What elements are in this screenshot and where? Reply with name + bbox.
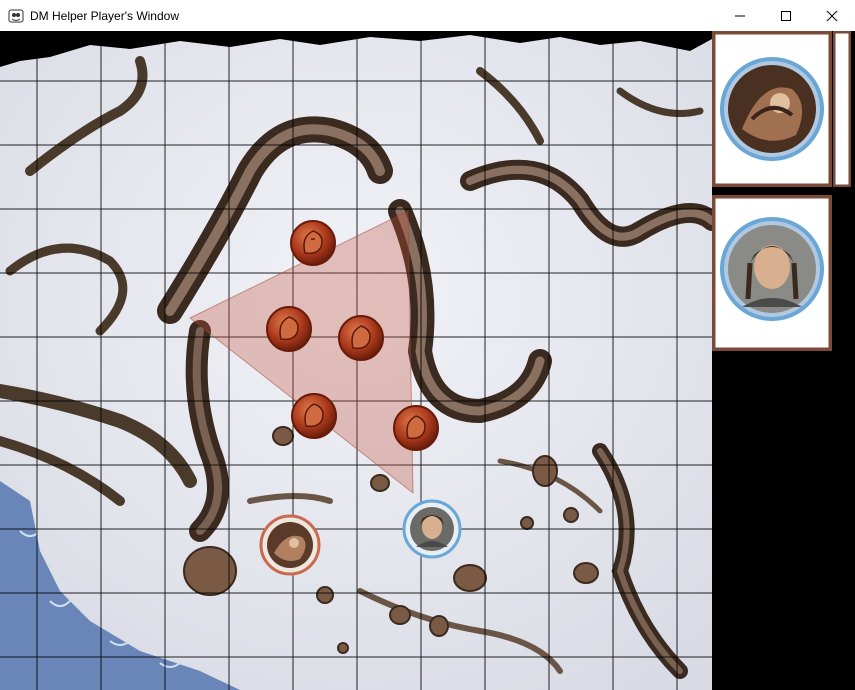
female-hero-portrait-icon [720, 217, 824, 321]
minimize-icon [735, 15, 745, 16]
portrait-panel [712, 31, 855, 690]
dwarf-portrait-icon [720, 57, 824, 161]
close-button[interactable] [809, 0, 855, 31]
app-icon [8, 9, 24, 22]
enemy-token[interactable] [393, 405, 439, 451]
dwarf-player-token[interactable] [259, 514, 321, 576]
portrait-card[interactable] [712, 31, 832, 187]
window-title: DM Helper Player's Window [30, 8, 179, 23]
maximize-icon [781, 10, 791, 21]
portrait-scrollbar[interactable] [833, 31, 851, 187]
enemy-token[interactable] [266, 306, 312, 352]
portrait-card[interactable] [712, 195, 832, 351]
enemy-token[interactable] [338, 315, 384, 361]
enemy-token[interactable] [291, 393, 337, 439]
hero-player-token[interactable] [402, 499, 462, 559]
enemy-token[interactable] [290, 220, 336, 266]
battle-map[interactable] [0, 31, 712, 690]
minimize-button[interactable] [717, 0, 763, 31]
close-icon [826, 10, 838, 21]
maximize-button[interactable] [763, 0, 809, 31]
title-bar: DM Helper Player's Window [0, 0, 855, 31]
